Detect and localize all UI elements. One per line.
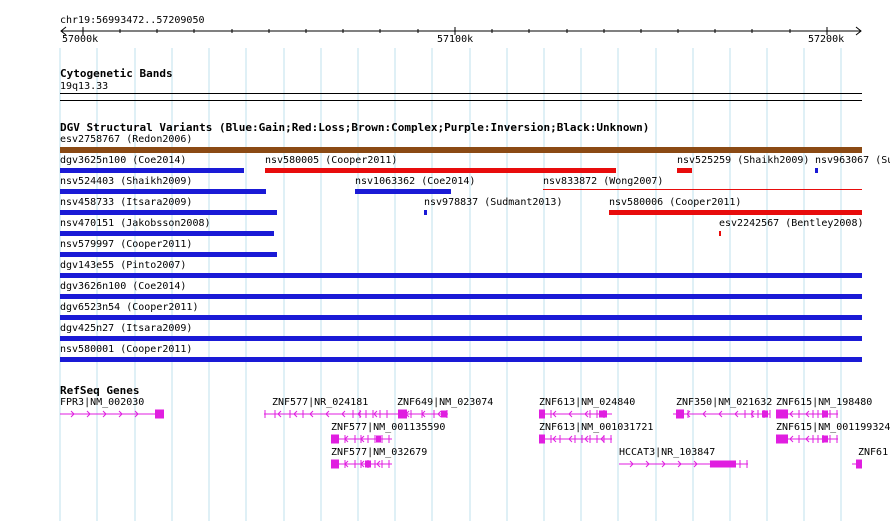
dgv-variant-label[interactable]: dgv3626n100 (Coe2014) xyxy=(60,281,186,292)
dgv-variant-bar[interactable] xyxy=(60,336,862,341)
gene-exon xyxy=(762,410,768,418)
dgv-variant-label[interactable]: nsv580005 (Cooper2011) xyxy=(265,155,397,166)
dgv-variant-label[interactable]: nsv458733 (Itsara2009) xyxy=(60,197,192,208)
dgv-variant-label[interactable]: dgv143e55 (Pinto2007) xyxy=(60,260,186,271)
refseq-gene-label[interactable]: FPR3|NM_002030 xyxy=(60,397,144,408)
refseq-gene-label[interactable]: ZNF577|NM_032679 xyxy=(331,447,427,458)
dgv-variant-label[interactable]: esv2758767 (Redon2006) xyxy=(60,134,192,145)
dgv-variant-bar[interactable] xyxy=(60,210,277,215)
gene-exon xyxy=(365,460,371,468)
dgv-variant-bar[interactable] xyxy=(355,189,451,194)
dgv-variant-bar[interactable] xyxy=(60,294,862,299)
cytobands-track-title[interactable]: Cytogenetic Bands xyxy=(60,68,173,79)
gene-exon xyxy=(822,410,828,418)
gene-exon xyxy=(710,460,736,468)
refseq-gene-label[interactable]: ZNF615|NM_198480 xyxy=(776,397,872,408)
gene-exon xyxy=(376,435,381,443)
dgv-variant-bar[interactable] xyxy=(677,168,692,173)
dgv-variant-label[interactable]: nsv978837 (Sudmant2013) xyxy=(424,197,562,208)
dgv-track-title[interactable]: DGV Structural Variants (Blue:Gain;Red:L… xyxy=(60,122,649,133)
gene-exon xyxy=(155,409,164,419)
dgv-variant-bar[interactable] xyxy=(815,168,818,173)
cytoband-bottom-line xyxy=(60,100,862,101)
gene-exon xyxy=(856,459,862,469)
dgv-variant-bar[interactable] xyxy=(60,273,862,278)
refseq-gene-label[interactable]: ZNF615|NM_001199324 xyxy=(776,422,890,433)
gene-exon xyxy=(539,409,545,419)
gene-exon xyxy=(331,459,339,469)
gene-exon xyxy=(599,410,607,418)
dgv-variant-label[interactable]: nsv1063362 (Coe2014) xyxy=(355,176,475,187)
dgv-variant-label[interactable]: nsv524403 (Shaikh2009) xyxy=(60,176,192,187)
dgv-variant-bar[interactable] xyxy=(60,315,862,320)
refseq-gene-label[interactable]: ZNF577|NM_001135590 xyxy=(331,422,445,433)
dgv-variant-bar[interactable] xyxy=(60,168,244,173)
dgv-variant-label[interactable]: dgv6523n54 (Cooper2011) xyxy=(60,302,198,313)
gene-exon xyxy=(676,409,684,419)
refseq-gene-label[interactable]: ZNF350|NM_021632 xyxy=(676,397,772,408)
gene-exon xyxy=(822,435,828,443)
dgv-variant-label[interactable]: dgv3625n100 (Coe2014) xyxy=(60,155,186,166)
dgv-variant-label[interactable]: nsv579997 (Cooper2011) xyxy=(60,239,192,250)
refseq-gene-label[interactable]: ZNF613|NM_024840 xyxy=(539,397,635,408)
dgv-variant-bar[interactable] xyxy=(424,210,427,215)
gene-exon xyxy=(776,409,788,419)
dgv-variant-bar[interactable] xyxy=(60,147,862,153)
refseq-gene-label[interactable]: ZNF649|NM_023074 xyxy=(397,397,493,408)
dgv-variant-label[interactable]: dgv425n27 (Itsara2009) xyxy=(60,323,192,334)
dgv-variant-bar[interactable] xyxy=(265,168,616,173)
ruler-axis xyxy=(60,26,862,36)
dgv-variant-label[interactable]: nsv525259 (Shaikh2009) xyxy=(677,155,809,166)
cytoband-top-line xyxy=(60,93,862,94)
dgv-variant-bar[interactable] xyxy=(60,357,862,362)
gene-exon xyxy=(331,434,339,444)
dgv-variant-label[interactable]: nsv470151 (Jakobsson2008) xyxy=(60,218,211,229)
dgv-variant-bar[interactable] xyxy=(543,189,862,190)
gene-exon xyxy=(441,410,447,418)
dgv-variant-label[interactable]: nsv580001 (Cooper2011) xyxy=(60,344,192,355)
gene-exon xyxy=(398,409,407,419)
cytoband-label: 19q13.33 xyxy=(60,81,109,92)
dgv-variant-label[interactable]: nsv580006 (Cooper2011) xyxy=(609,197,741,208)
dgv-variant-bar[interactable] xyxy=(60,252,277,257)
dgv-variant-bar[interactable] xyxy=(609,210,862,215)
refseq-gene-label[interactable]: ZNF61 xyxy=(858,447,888,458)
dgv-variant-bar[interactable] xyxy=(60,231,274,236)
dgv-variant-label[interactable]: esv2242567 (Bentley2008) xyxy=(719,218,864,229)
dgv-variant-bar[interactable] xyxy=(719,231,721,236)
refseq-gene-label[interactable]: ZNF577|NR_024181 xyxy=(272,397,368,408)
refseq-gene-label[interactable]: HCCAT3|NR_103847 xyxy=(619,447,715,458)
dgv-variant-label[interactable]: nsv833872 (Wong2007) xyxy=(543,176,663,187)
coords-label: chr19:56993472..57209050 xyxy=(60,15,205,26)
gene-exon xyxy=(539,434,545,444)
dgv-variant-bar[interactable] xyxy=(60,189,266,194)
dgv-variant-label[interactable]: nsv963067 (Su xyxy=(815,155,890,166)
gene-exon xyxy=(776,434,788,444)
refseq-gene-label[interactable]: ZNF613|NM_001031721 xyxy=(539,422,653,433)
